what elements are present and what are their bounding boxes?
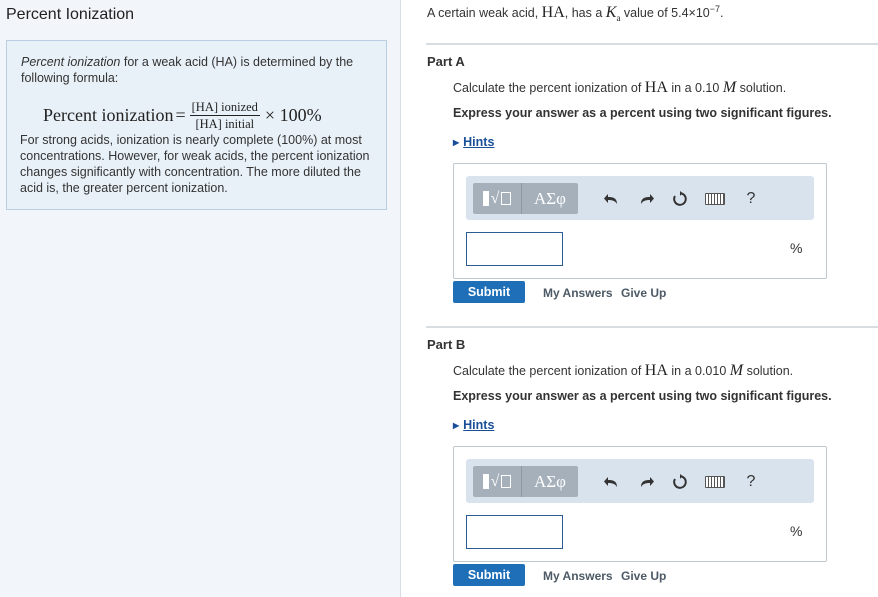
intro-emphasis: Percent ionization: [21, 55, 121, 69]
q-post: solution.: [736, 81, 787, 95]
formula-lhs: Percent ionization: [43, 104, 174, 125]
part-a-question: Calculate the percent ionization of HA i…: [453, 79, 786, 97]
keyboard-icon[interactable]: [704, 471, 726, 493]
undo-icon[interactable]: [600, 188, 622, 210]
molarity-unit: M: [729, 362, 744, 379]
equation-toolbar: √ ΑΣφ ?: [466, 459, 814, 503]
expand-triangle-icon: ▶: [453, 138, 460, 147]
q-pre: Calculate the percent ionization of: [453, 81, 645, 95]
greek-symbols-button[interactable]: ΑΣφ: [522, 466, 578, 497]
part-b-my-answers-link[interactable]: My Answers: [543, 569, 613, 583]
template-button[interactable]: √: [473, 466, 522, 497]
divider: [426, 326, 878, 328]
percent-ionization-formula: Percent ionization = [HA] ionized [HA] i…: [43, 98, 322, 132]
redo-icon[interactable]: [636, 471, 658, 493]
info-intro: Percent ionization for a weak acid (HA) …: [21, 54, 381, 86]
part-b-question: Calculate the percent ionization of HA i…: [453, 362, 793, 380]
problem-pre: A certain weak acid,: [427, 6, 542, 21]
percent-unit: %: [790, 523, 803, 539]
part-b-answer-input[interactable]: [466, 515, 563, 549]
undo-icon[interactable]: [600, 471, 622, 493]
template-button[interactable]: √: [473, 183, 522, 214]
info-box: Percent ionization for a weak acid (HA) …: [6, 40, 387, 210]
keyboard-icon[interactable]: [704, 188, 726, 210]
toolbar-template-group: √ ΑΣφ: [473, 466, 578, 497]
ka-value: value of 5.4×10: [620, 6, 710, 21]
left-panel: Percent Ionization Percent ionization fo…: [0, 0, 401, 597]
divider: [426, 43, 878, 45]
toolbar-template-group: √ ΑΣφ: [473, 183, 578, 214]
formula-numerator: [HA] ionized: [189, 99, 260, 116]
greek-symbols-button[interactable]: ΑΣφ: [522, 183, 578, 214]
part-b-give-up-link[interactable]: Give Up: [621, 569, 666, 583]
problem-mid: , has a: [564, 6, 606, 21]
acid-symbol: HA: [644, 362, 668, 379]
q-pre: Calculate the percent ionization of: [453, 364, 645, 378]
part-a-give-up-link[interactable]: Give Up: [621, 286, 666, 300]
part-b-instruction: Express your answer as a percent using t…: [453, 389, 832, 403]
template-icon: √: [482, 190, 512, 208]
hints-label: Hints: [463, 135, 495, 149]
part-b-answer-box: √ ΑΣφ ? %: [453, 446, 827, 562]
formula-fraction: [HA] ionized [HA] initial: [189, 99, 260, 131]
percent-unit: %: [790, 240, 803, 256]
reset-icon[interactable]: [669, 471, 691, 493]
hints-label: Hints: [463, 418, 495, 432]
acid-symbol: HA: [644, 79, 668, 96]
q-mid: in a 0.010: [667, 364, 730, 378]
expand-triangle-icon: ▶: [453, 421, 460, 430]
q-mid: in a 0.10: [667, 81, 723, 95]
help-icon[interactable]: ?: [740, 471, 762, 493]
problem-end: .: [720, 6, 724, 21]
right-panel: A certain weak acid, HA, has a Ka value …: [401, 0, 878, 597]
molarity-unit: M: [722, 79, 737, 96]
q-post: solution.: [743, 364, 794, 378]
part-b-title: Part B: [427, 337, 466, 352]
problem-statement: A certain weak acid, HA, has a Ka value …: [427, 4, 724, 23]
part-a-submit-button[interactable]: Submit: [453, 281, 525, 303]
part-b-submit-button[interactable]: Submit: [453, 564, 525, 586]
k-letter: K: [605, 4, 617, 22]
formula-times: × 100%: [264, 104, 322, 125]
ka-symbol: Ka: [605, 4, 621, 23]
part-a-answer-box: √ ΑΣφ ? %: [453, 163, 827, 279]
part-a-instruction: Express your answer as a percent using t…: [453, 106, 832, 120]
formula-denominator: [HA] initial: [195, 116, 255, 131]
part-a-my-answers-link[interactable]: My Answers: [543, 286, 613, 300]
reset-icon[interactable]: [669, 188, 691, 210]
part-a-hints-link[interactable]: ▶ Hints: [453, 135, 494, 149]
acid-symbol: HA: [541, 4, 565, 22]
formula-equals: =: [175, 104, 186, 125]
info-body: For strong acids, ionization is nearly c…: [20, 133, 370, 195]
template-icon: √: [482, 473, 512, 491]
panel-title: Percent Ionization: [6, 6, 135, 23]
part-b-hints-link[interactable]: ▶ Hints: [453, 418, 494, 432]
ka-exponent: −7: [709, 4, 721, 14]
part-a-title: Part A: [427, 54, 465, 69]
part-a-answer-input[interactable]: [466, 232, 563, 266]
help-icon[interactable]: ?: [740, 188, 762, 210]
equation-toolbar: √ ΑΣφ ?: [466, 176, 814, 220]
redo-icon[interactable]: [636, 188, 658, 210]
